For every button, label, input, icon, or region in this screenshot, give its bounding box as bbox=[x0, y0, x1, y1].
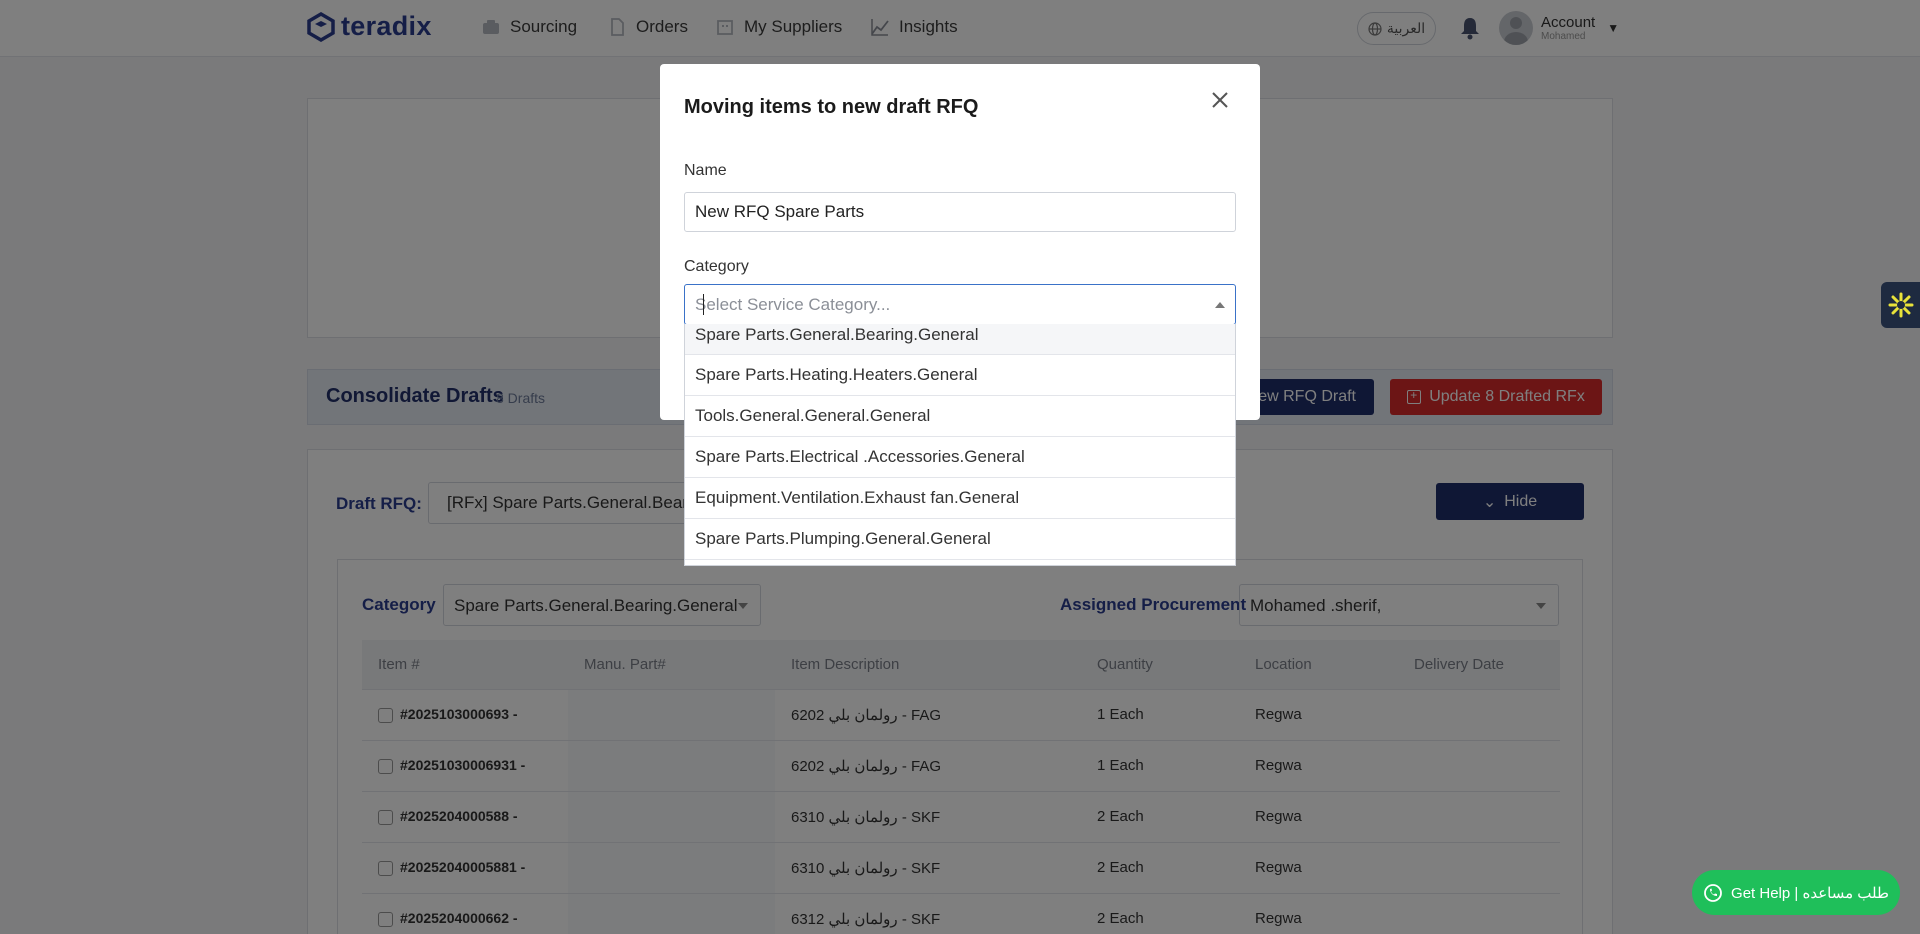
category-placeholder: Select Service Category... bbox=[695, 295, 891, 314]
modal-title: Moving items to new draft RFQ bbox=[684, 96, 979, 118]
close-button[interactable] bbox=[1206, 86, 1234, 114]
chevron-up-icon bbox=[1215, 302, 1225, 308]
category-field-label: Category bbox=[684, 258, 749, 275]
text-cursor bbox=[703, 294, 704, 315]
category-option[interactable]: Spare Parts.General.Bearing.General bbox=[685, 324, 1235, 355]
category-option[interactable]: Equipment.Ventilation.Exhaust fan.Genera… bbox=[685, 478, 1235, 519]
whatsapp-icon bbox=[1704, 883, 1722, 902]
category-options-dropdown: Spare Parts.General.Bearing.General Spar… bbox=[684, 324, 1236, 566]
get-help-label: Get Help | طلب مساعده bbox=[1731, 884, 1889, 902]
rfq-name-input[interactable] bbox=[684, 192, 1236, 232]
name-label: Name bbox=[684, 162, 727, 179]
get-help-button[interactable]: Get Help | طلب مساعده bbox=[1692, 870, 1900, 915]
sparkle-icon bbox=[1888, 292, 1913, 318]
feedback-side-tab[interactable] bbox=[1881, 282, 1920, 328]
category-option[interactable]: Tools.General.General.General bbox=[685, 396, 1235, 437]
category-option[interactable]: Spare Parts.Heating.Heaters.General bbox=[685, 355, 1235, 396]
category-option[interactable]: Spare Parts.Plumping.General.General bbox=[685, 519, 1235, 560]
service-category-select[interactable]: Select Service Category... bbox=[684, 284, 1236, 325]
close-icon bbox=[1212, 92, 1228, 108]
category-option[interactable]: Spare Parts.Electrical .Accessories.Gene… bbox=[685, 437, 1235, 478]
